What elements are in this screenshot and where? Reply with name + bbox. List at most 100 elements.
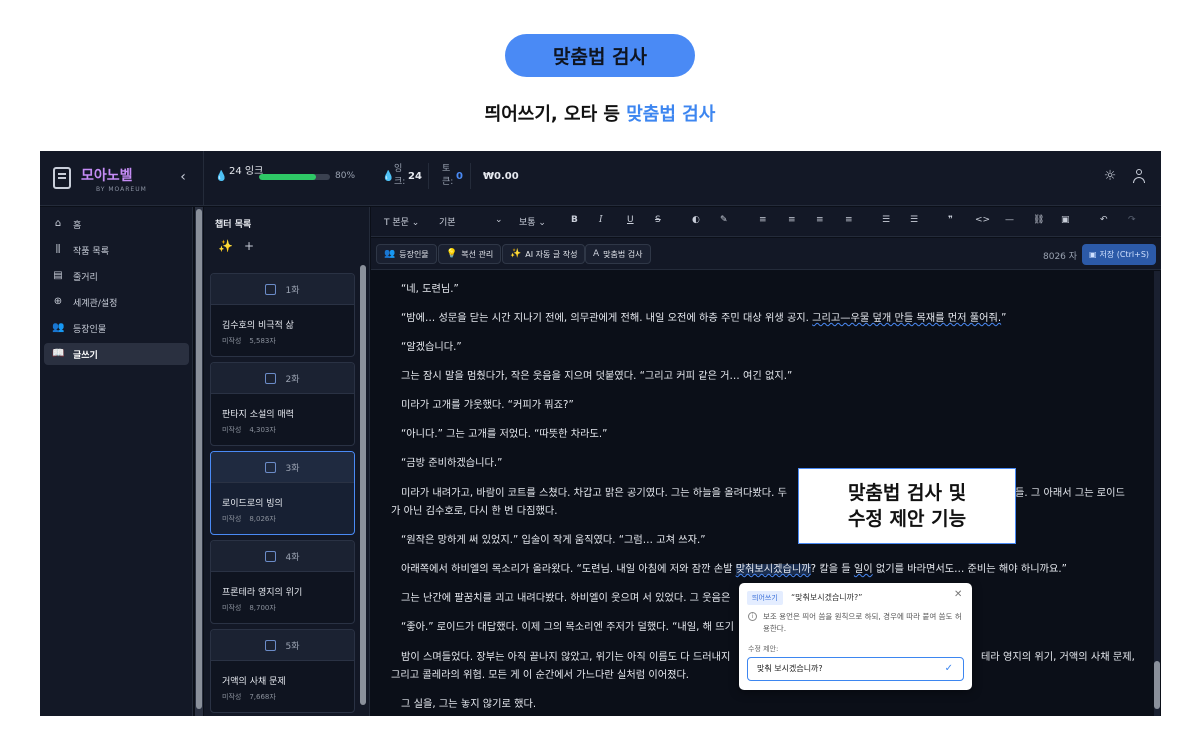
paragraph[interactable]: 미라가 내려가고, 바람이 코트를 스쳤다. 차갑고 맑은 공기였다. 그는 하… xyxy=(391,485,811,503)
foreshadow-button[interactable]: 💡 복선 관리 xyxy=(438,244,502,264)
chapter-status: 미작성 xyxy=(222,693,242,701)
divider xyxy=(470,163,471,189)
redo-icon[interactable]: ↷ xyxy=(1128,215,1136,225)
link-icon[interactable]: ⛓ xyxy=(1033,215,1044,225)
highlighter-icon[interactable]: ✎ xyxy=(720,215,728,225)
paragraph[interactable]: 그는 잠시 말을 멈췄다가, 작은 웃음을 지으며 덧붙였다. “그리고 커피 … xyxy=(391,368,1129,386)
feature-subtitle: 띄어쓰기, 오타 등 맞춤법 검사 xyxy=(0,100,1200,126)
logo-by: BY MOAREUM xyxy=(96,186,147,193)
user-icon[interactable] xyxy=(1132,169,1146,183)
chapter-checkbox[interactable] xyxy=(265,283,277,295)
paragraph[interactable]: 그 실을, 그는 놓지 않기로 했다. xyxy=(391,696,1129,714)
spelling-error[interactable]: 일이 xyxy=(854,564,873,575)
chapter-count: 4,303자 xyxy=(249,426,276,434)
paragraph[interactable]: 미라가 고개를 갸웃했다. “커피가 뭐죠?” xyxy=(391,397,1129,415)
palette-icon[interactable]: ◐ xyxy=(692,215,700,225)
ink-drop-icon: 💧 xyxy=(215,171,228,182)
chapter-card-active[interactable]: 3화 로이드로의 빙의 미작성 8,026자 xyxy=(210,451,355,535)
characters-button[interactable]: 👥 등장인물 xyxy=(376,244,437,264)
spelling-error-selected[interactable]: 맞춰보시겠습니까 xyxy=(735,564,811,575)
editor-scrollbar[interactable] xyxy=(1154,271,1160,716)
collapse-sidebar-chevron-icon[interactable]: ‹ xyxy=(176,168,190,186)
chapter-number: 5화 xyxy=(285,641,300,652)
spelling-error[interactable]: 그리고—우물 덮개 만들 목재를 먼저 풀어줘. xyxy=(812,313,1001,324)
chapter-number: 2화 xyxy=(285,374,300,385)
chapter-card[interactable]: 1화 김수호의 비극적 삶 미작성 5,583자 xyxy=(210,273,355,357)
spellcheck-button[interactable]: A 맞춤법 검사 xyxy=(585,244,651,264)
chapter-panel: 챕터 목록 ✨ + 1화 김수호의 비극적 삶 미작성 5,583자 2화 판타지… xyxy=(204,207,370,716)
code-icon[interactable]: <> xyxy=(975,215,990,225)
ai-write-button[interactable]: ✨ AI 자동 글 작성 xyxy=(502,244,586,264)
sidebar-scrollbar[interactable] xyxy=(195,207,203,716)
chapter-card[interactable]: 2화 판타지 소설의 매력 미작성 4,303자 xyxy=(210,362,355,446)
sidebar-item-plot[interactable]: ▤ 줄거리 xyxy=(44,265,189,287)
divider-icon[interactable]: — xyxy=(1005,215,1014,225)
logo[interactable]: 모아노벨 BY MOAREUM xyxy=(53,165,173,195)
paragraph[interactable]: 밤이 스며들었다. 장부는 아직 끝나지 않았고, 위기는 아직 이름도 다 드… xyxy=(391,649,761,667)
italic-button[interactable]: I xyxy=(599,215,603,225)
ink-progress-fill xyxy=(259,174,316,180)
paragraph[interactable]: 가 아닌 김수호로, 다시 한 번 다짐했다. xyxy=(391,503,1129,521)
chapter-count: 7,668자 xyxy=(249,693,276,701)
font-dropdown-chevron-icon[interactable]: ⌄ xyxy=(495,215,503,225)
paragraph[interactable]: “알겠습니다.” xyxy=(391,339,1129,357)
paragraph[interactable]: 그는 난간에 팔꿈치를 괴고 내려다봤다. 하비엘이 웃으며 서 있었다. 그 … xyxy=(391,590,751,608)
chapter-title: 프론테라 영지의 위기 xyxy=(222,588,303,598)
align-justify-icon[interactable]: ≡ xyxy=(845,215,853,225)
add-chapter-icon[interactable]: + xyxy=(244,239,254,253)
logo-book-icon xyxy=(53,167,71,189)
chapter-status: 미작성 xyxy=(222,604,242,612)
chapter-checkbox[interactable] xyxy=(265,639,277,651)
numbered-list-icon[interactable]: ☰ xyxy=(910,215,918,225)
suggestion-option[interactable]: 맞춰 보시겠습니까? ✓ xyxy=(747,657,964,681)
sidebar: ⌂ 홈 ⫼ 작품 목록 ▤ 줄거리 ⊕ 세계관/설정 👥 등장인물 📖 글쓰기 xyxy=(40,207,193,716)
sidebar-item-writing[interactable]: 📖 글쓰기 xyxy=(44,343,189,365)
paragraph[interactable]: “좋아.” 로이드가 대답했다. 이제 그의 목소리엔 주저가 덜했다. “내일… xyxy=(391,619,751,637)
underline-button[interactable]: U xyxy=(627,215,634,225)
sidebar-item-label: 작품 목록 xyxy=(73,246,109,257)
chapter-scrollbar[interactable] xyxy=(360,265,366,705)
sidebar-item-characters[interactable]: 👥 등장인물 xyxy=(44,317,189,339)
suggestion-label: 수정 제안: xyxy=(748,645,779,653)
strikethrough-button[interactable]: S xyxy=(655,215,661,225)
paragraph[interactable]: “금방 준비하겠습니다.” xyxy=(391,455,1129,473)
font-dropdown[interactable]: 기본 xyxy=(439,215,456,228)
paragraph[interactable]: “네, 도련님.” xyxy=(391,281,1129,299)
globe-icon: ⊕ xyxy=(53,296,63,307)
text-style-dropdown[interactable]: T 본문 ⌄ xyxy=(384,215,419,228)
spellcheck-icon: A xyxy=(593,249,600,259)
size-dropdown[interactable]: 보통 ⌄ xyxy=(519,215,546,228)
bullet-list-icon[interactable]: ☰ xyxy=(882,215,890,225)
chapter-card[interactable]: 5화 거액의 사채 문제 미작성 7,668자 xyxy=(210,629,355,713)
chapter-card[interactable]: 4화 프론테라 영지의 위기 미작성 8,700자 xyxy=(210,540,355,624)
undo-icon[interactable]: ↶ xyxy=(1100,215,1108,225)
save-button[interactable]: ▣ 저장 (Ctrl+S) xyxy=(1082,244,1156,265)
theme-sun-icon[interactable]: ☼ xyxy=(1103,169,1117,183)
token-value: 0 xyxy=(456,171,463,182)
sidebar-item-works[interactable]: ⫼ 작품 목록 xyxy=(44,239,189,261)
book-open-icon: 📖 xyxy=(52,348,65,359)
chapter-checkbox[interactable] xyxy=(265,550,277,562)
error-type-badge: 띄어쓰기 xyxy=(747,591,783,605)
image-icon[interactable]: ▣ xyxy=(1061,215,1070,225)
sidebar-item-world[interactable]: ⊕ 세계관/설정 xyxy=(44,291,189,313)
sparkle-icon[interactable]: ✨ xyxy=(218,239,233,253)
paragraph[interactable]: “원작은 망하게 써 있었지.” 입술이 작게 움직였다. “그럼… 고쳐 쓰자… xyxy=(391,532,1129,550)
chapter-count: 8,026자 xyxy=(249,515,276,523)
paragraph-continued[interactable]: 테라 영지의 위기, 거액의 사채 문제, xyxy=(981,649,1151,667)
paragraph-continued[interactable]: 들. 그 아래서 그는 로이드 xyxy=(1015,485,1151,503)
chapter-checkbox[interactable] xyxy=(265,461,277,473)
paragraph[interactable]: “아니다.” 그는 고개를 저었다. “따뜻한 차라도.” xyxy=(391,426,1129,444)
sidebar-item-label: 줄거리 xyxy=(73,272,98,283)
chapter-checkbox[interactable] xyxy=(265,372,277,384)
subtitle-prefix: 띄어쓰기, 오타 등 xyxy=(484,104,627,125)
paragraph[interactable]: “밤에… 성문을 닫는 시간 지나기 전에, 의무관에게 전해. 내일 오전에 … xyxy=(391,310,1129,328)
align-center-icon[interactable]: ≡ xyxy=(788,215,796,225)
sidebar-item-home[interactable]: ⌂ 홈 xyxy=(44,213,189,235)
quote-icon[interactable]: ❞ xyxy=(948,215,953,225)
close-icon[interactable]: ✕ xyxy=(954,589,962,600)
align-left-icon[interactable]: ≡ xyxy=(759,215,767,225)
paragraph[interactable]: 아래쪽에서 하비엘의 목소리가 올라왔다. “도련님. 내일 아침에 저와 잠깐… xyxy=(391,561,1129,579)
align-right-icon[interactable]: ≡ xyxy=(816,215,824,225)
bold-button[interactable]: B xyxy=(571,215,578,225)
